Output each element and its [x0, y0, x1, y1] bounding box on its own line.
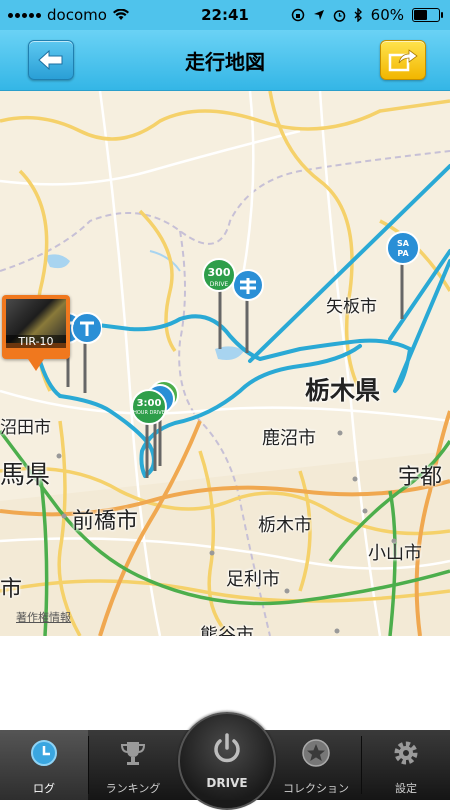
tab-settings[interactable]: 設定	[362, 730, 450, 800]
tab-log[interactable]: ログ	[0, 730, 88, 800]
hour-3-badge[interactable]: 3:00 HOUR DRIVE	[131, 389, 167, 425]
battery-fill	[414, 10, 428, 20]
place-label: 小山市	[368, 543, 422, 564]
drive-300-sub: DRIVE	[209, 281, 229, 288]
nav-bar: 走行地図	[0, 30, 450, 91]
battery-percent: 60%	[370, 6, 404, 24]
clock-icon	[31, 740, 57, 766]
place-label: 熊谷市	[200, 625, 254, 636]
tab-collection[interactable]: コレクション	[272, 730, 360, 800]
place-label: 沼田市	[0, 418, 51, 438]
place-label: 矢板市	[326, 297, 377, 317]
place-label: 栃木県	[305, 376, 381, 405]
hour-3-sub: HOUR DRIVE	[133, 410, 165, 416]
power-icon	[214, 733, 240, 763]
interchange-pin[interactable]	[231, 268, 265, 302]
drive-map[interactable]: 300 DRIVE SA PA 3:00 HOUR DRIVE TIR-10 矢…	[0, 91, 450, 636]
copyright-link[interactable]: 著作権情報	[16, 609, 71, 625]
gear-icon	[394, 741, 418, 765]
share-icon	[388, 49, 418, 72]
drive-300-value: 300	[207, 266, 231, 279]
status-right: 60%	[291, 6, 443, 24]
tab-ranking[interactable]: ランキング	[89, 730, 177, 800]
tab-log-label: ログ	[33, 782, 55, 795]
place-label: 前橋市	[72, 509, 139, 534]
trophy-icon	[120, 742, 146, 765]
share-button[interactable]	[380, 40, 426, 80]
star-icon	[302, 739, 330, 767]
place-label: 足利市	[226, 569, 280, 590]
bluetooth-icon	[354, 8, 362, 22]
tab-ranking-label: ランキング	[105, 782, 161, 795]
place-label: 市	[0, 577, 23, 602]
place-label: 宇都	[398, 465, 443, 490]
battery-icon	[412, 8, 443, 22]
photo-marker-tail	[28, 359, 44, 371]
status-bar: docomo 22:41 60%	[0, 0, 450, 30]
alarm-icon	[333, 9, 345, 22]
drive-button-label: DRIVE	[206, 776, 248, 790]
drive-300-badge[interactable]: 300 DRIVE	[202, 258, 236, 292]
place-label: 馬県	[0, 460, 51, 489]
photo-marker-caption: TIR-10	[6, 335, 66, 348]
tab-collection-label: コレクション	[283, 782, 349, 795]
sa-label: SA	[397, 239, 409, 248]
photo-marker[interactable]: TIR-10	[2, 295, 70, 371]
place-label: 鹿沼市	[262, 428, 316, 449]
drive-button[interactable]: DRIVE	[178, 712, 276, 810]
tab-settings-label: 設定	[395, 782, 417, 795]
sa-pa-pin[interactable]: SA PA	[386, 231, 420, 265]
pa-label: PA	[397, 249, 409, 258]
orientation-lock-icon	[291, 8, 304, 22]
place-label: 栃木市	[258, 515, 312, 536]
location-icon	[313, 10, 324, 20]
hour-3-value: 3:00	[136, 398, 162, 409]
